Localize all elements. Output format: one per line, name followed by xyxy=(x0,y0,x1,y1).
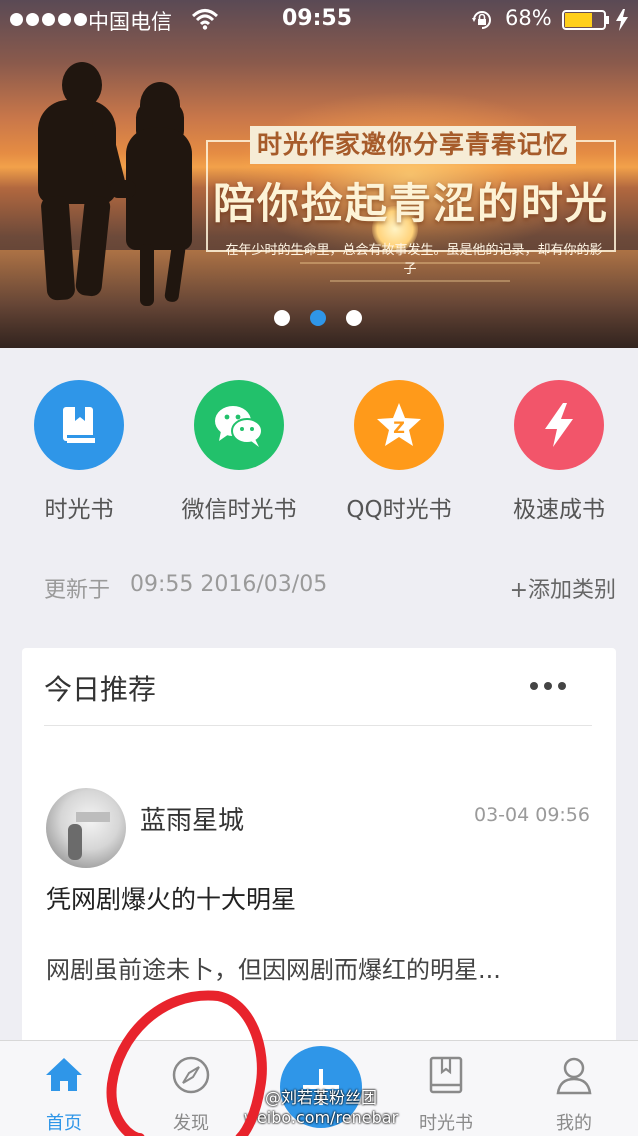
battery-percent: 68% xyxy=(505,6,552,30)
carousel-dot[interactable] xyxy=(274,310,290,326)
tab-label: 我的 xyxy=(556,1113,592,1134)
carousel-dot[interactable] xyxy=(346,310,362,326)
update-label: 更新于 xyxy=(44,578,111,603)
avatar[interactable] xyxy=(46,788,126,868)
tab-mine[interactable]: 我的 xyxy=(510,1041,638,1136)
shortcut-qq-timebook[interactable]: Z QQ时光书 xyxy=(324,380,474,524)
post-excerpt[interactable]: 网剧虽前途未卜，但因网剧而爆红的明星... xyxy=(46,950,501,985)
carousel-indicator[interactable] xyxy=(274,310,362,328)
add-category-button[interactable]: +添加类别 xyxy=(510,572,616,604)
banner-tag: 时光作家邀你分享青春记忆 xyxy=(250,126,576,164)
shortcut-label: 极速成书 xyxy=(513,497,605,523)
couple-silhouette xyxy=(40,195,76,301)
banner-sea-reflection xyxy=(330,280,510,282)
status-bar: 中国电信 09:55 68% xyxy=(0,0,638,40)
banner-headline: 陪你捡起青涩的时光 xyxy=(212,179,609,228)
card-title: 今日推荐 xyxy=(44,673,157,706)
more-options-icon[interactable] xyxy=(530,682,566,690)
hero-banner[interactable]: 时光作家邀你分享青春记忆 陪你捡起青涩的时光 在年少时的生命里，总会有故事发生。… xyxy=(0,0,638,348)
tab-home[interactable]: 首页 xyxy=(0,1041,128,1136)
shortcut-fast-book[interactable]: 极速成书 xyxy=(484,380,634,524)
post-timestamp: 03-04 09:56 xyxy=(473,804,590,826)
orientation-lock-icon xyxy=(472,11,491,29)
signal-icon xyxy=(10,13,87,26)
banner-subtitle: 在年少时的生命里，总会有故事发生。虽是他的记录，却有你的影子 xyxy=(225,243,603,277)
wifi-icon xyxy=(192,9,218,30)
couple-silhouette xyxy=(140,82,180,128)
divider xyxy=(44,725,592,726)
shortcut-timebook[interactable]: 时光书 xyxy=(4,380,154,524)
book-icon xyxy=(34,380,124,470)
recommendation-card[interactable]: 今日推荐 蓝雨星城 03-04 09:56 凭网剧爆火的十大明星 网剧虽前途未卜… xyxy=(22,648,616,1048)
watermark: @刘若英粉丝团 weibo.com/renebar xyxy=(236,1088,406,1128)
status-time: 09:55 xyxy=(282,6,353,31)
charging-icon xyxy=(616,9,628,31)
watermark-line: @刘若英粉丝团 xyxy=(264,1088,377,1107)
lightning-icon xyxy=(514,380,604,470)
wechat-icon xyxy=(194,380,284,470)
shortcut-grid: 时光书 微信时光书 Z QQ时光书 极速成书 xyxy=(0,380,638,523)
shortcut-label: QQ时光书 xyxy=(346,497,452,523)
tab-label: 首页 xyxy=(46,1113,82,1134)
qq-star-icon: Z xyxy=(354,380,444,470)
compass-icon xyxy=(172,1056,210,1094)
user-icon xyxy=(556,1057,592,1095)
couple-silhouette xyxy=(110,180,136,198)
watermark-line: weibo.com/renebar xyxy=(243,1108,399,1127)
home-icon xyxy=(46,1058,82,1091)
update-row: 更新于 09:55 2016/03/05 +添加类别 xyxy=(44,572,616,604)
shortcut-label: 微信时光书 xyxy=(181,497,297,523)
update-time: 09:55 2016/03/05 xyxy=(130,572,328,597)
couple-silhouette xyxy=(140,244,154,306)
author-name[interactable]: 蓝雨星城 xyxy=(140,800,244,837)
post-title[interactable]: 凭网剧爆火的十大明星 xyxy=(46,880,296,916)
book-outline-icon xyxy=(429,1056,463,1094)
svg-text:Z: Z xyxy=(393,418,405,437)
shortcut-wechat-timebook[interactable]: 微信时光书 xyxy=(164,380,314,524)
shortcut-label: 时光书 xyxy=(44,497,114,523)
battery-icon xyxy=(562,10,609,30)
carousel-dot-active[interactable] xyxy=(310,310,326,326)
carrier-name: 中国电信 xyxy=(88,10,172,34)
